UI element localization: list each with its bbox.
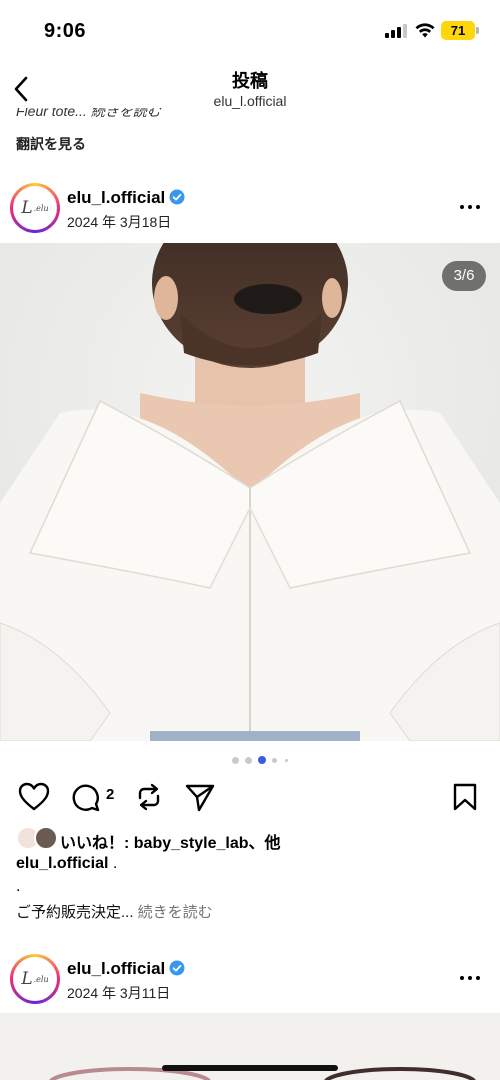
caption-text-body: ご予約販売決定... xyxy=(16,904,138,921)
carousel-dot xyxy=(232,757,239,764)
carousel-dot xyxy=(272,758,277,763)
image-counter: 3/6 xyxy=(442,261,486,291)
more-dots-icon[interactable] xyxy=(458,974,482,982)
avatar-logo: L .elu xyxy=(13,186,57,230)
cellular-signal-icon xyxy=(385,24,407,38)
more-dots-icon[interactable] xyxy=(458,203,482,211)
liker-avatar xyxy=(34,826,58,850)
photo-illustration xyxy=(0,243,500,741)
post-photo[interactable]: 3/6 xyxy=(0,243,500,741)
caption-text: ご予約販売決定... 続きを読む xyxy=(16,901,213,922)
battery-tip xyxy=(476,27,479,34)
comment-icon[interactable] xyxy=(70,782,100,812)
carousel-dots xyxy=(0,755,500,765)
avatar[interactable]: L .elu xyxy=(10,183,60,233)
comment-count: 2 xyxy=(106,786,115,803)
wifi-icon xyxy=(415,23,435,38)
caption-username-suffix: . xyxy=(108,855,118,872)
page-title: 投稿 xyxy=(232,71,268,91)
avatar-logo: L .elu xyxy=(13,957,57,1001)
action-bar: 2 xyxy=(0,778,500,814)
status-time: 9:06 xyxy=(44,20,87,42)
post-date: 2024 年 3月18日 xyxy=(67,214,172,230)
battery-indicator: 71 xyxy=(441,21,475,40)
verified-badge-icon xyxy=(169,189,185,205)
next-post-avatar[interactable]: L .elu xyxy=(10,954,60,1004)
post-username-text[interactable]: elu_l.official xyxy=(67,188,165,207)
share-icon[interactable] xyxy=(184,782,216,812)
next-post-date: 2024 年 3月11日 xyxy=(67,985,171,1001)
carousel-dot xyxy=(285,759,288,762)
likes-row[interactable]: いいね！: baby_style_lab、他 xyxy=(16,826,486,852)
post-header: L .elu elu_l.official 2024 年 3月18日 xyxy=(0,183,500,243)
carousel-dot xyxy=(245,757,252,764)
caption-dot: . xyxy=(16,878,21,895)
carousel-dot-active xyxy=(258,756,266,764)
status-bar: 9:06 71 xyxy=(0,0,500,62)
next-post-header: L .elu elu_l.official 2024 年 3月11日 xyxy=(0,954,500,1014)
caption-username-text[interactable]: elu_l.official xyxy=(16,855,108,872)
read-more-link[interactable]: 続きを読む xyxy=(138,904,213,921)
next-post-username[interactable]: elu_l.official xyxy=(67,959,185,979)
home-indicator xyxy=(162,1065,338,1071)
bookmark-icon[interactable] xyxy=(452,782,478,812)
likes-text[interactable]: いいね！: baby_style_lab、他 xyxy=(60,829,281,853)
next-post-username-text[interactable]: elu_l.official xyxy=(67,959,165,978)
caption-username[interactable]: elu_l.official . xyxy=(16,855,117,873)
translate-link[interactable]: 翻訳を見る xyxy=(16,134,86,154)
heart-icon[interactable] xyxy=(18,782,50,812)
repost-icon[interactable] xyxy=(134,782,164,812)
page-subtitle: elu_l.official xyxy=(213,93,287,109)
previous-caption-fragment: Fleur tote... 続きを読む xyxy=(16,108,161,119)
post-username[interactable]: elu_l.official xyxy=(67,188,185,208)
verified-badge-icon xyxy=(169,960,185,976)
